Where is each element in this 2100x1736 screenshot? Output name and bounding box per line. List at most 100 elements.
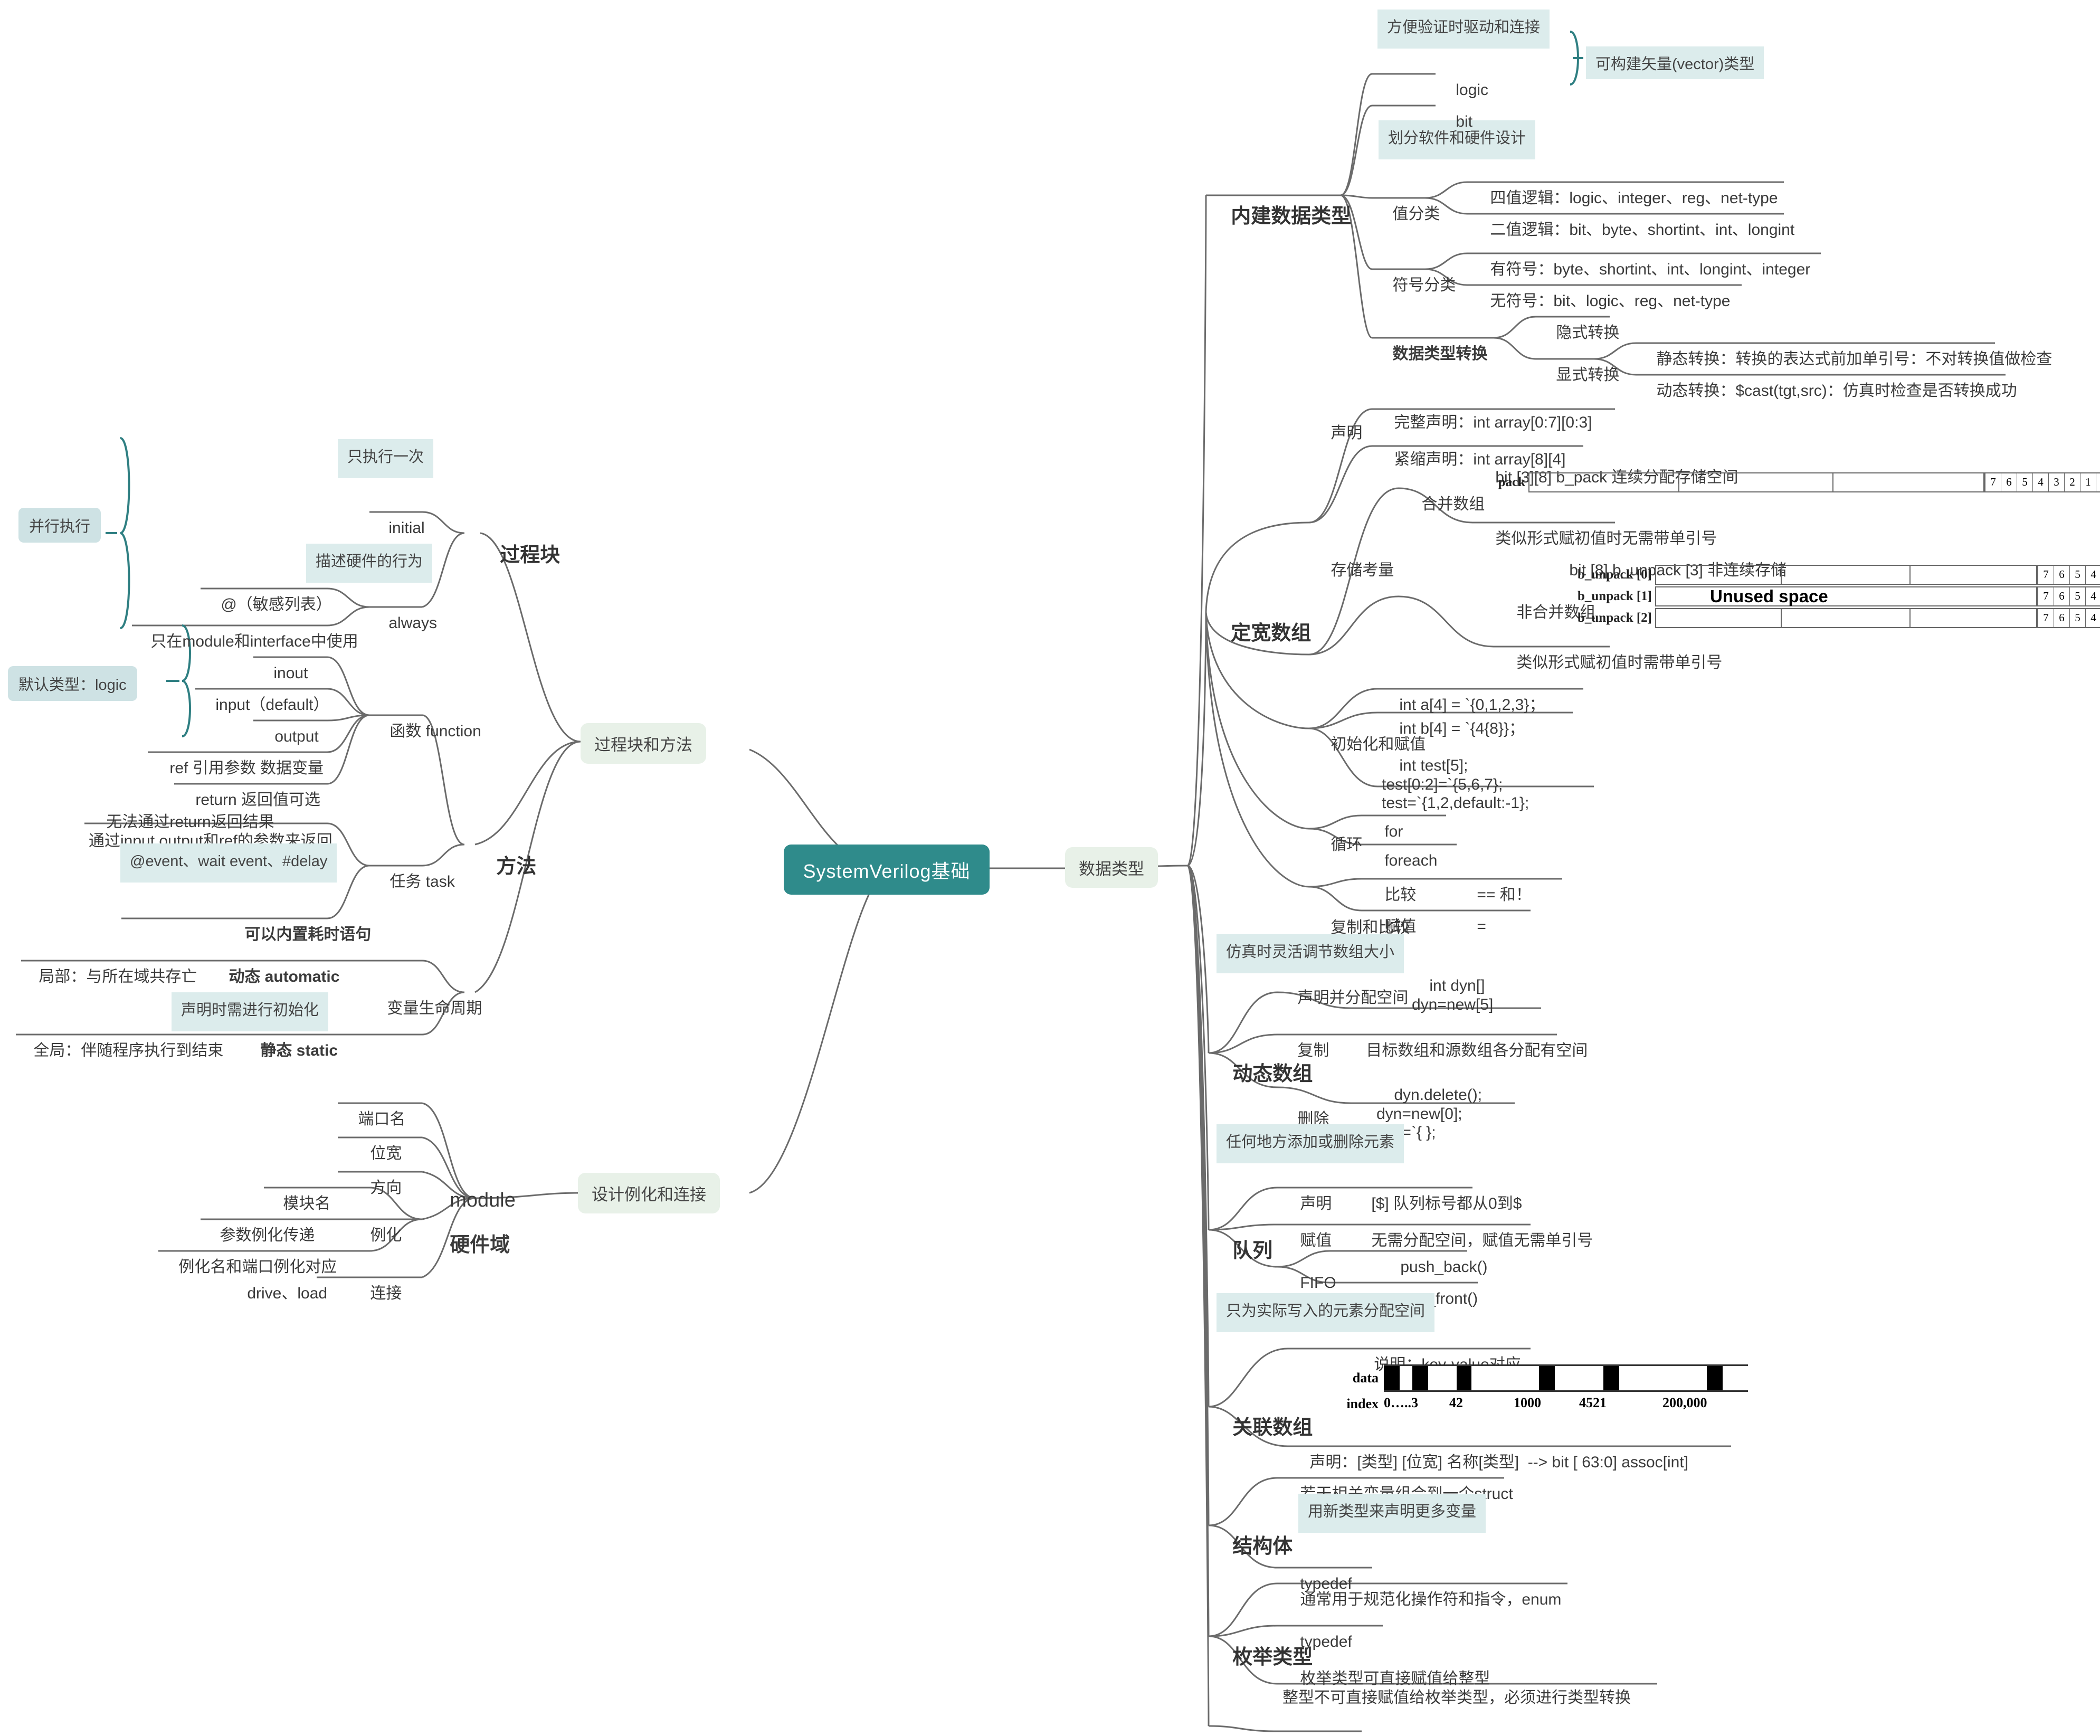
callout-dynamic-size: 仿真时灵活调节数组大小 xyxy=(1217,934,1404,973)
node-task-return[interactable]: 无法通过return返回结果 通过input,output和ref的参数来返回 xyxy=(89,794,332,850)
unpack-row-label-2: b_unpack [2] xyxy=(1577,611,1652,625)
unpack-row-label-0: b_unpack [0] xyxy=(1577,567,1652,582)
node-fixed-declare[interactable]: 声明 xyxy=(1313,405,1362,443)
main-branch-module[interactable]: 设计例化和连接 xyxy=(578,1173,720,1213)
unpack-row-label-1: b_unpack [1] xyxy=(1577,589,1652,603)
node-initial[interactable]: initial xyxy=(371,500,424,538)
assoc-index-2: 1000 xyxy=(1514,1395,1541,1410)
unpack-bits-2: 7654 3210 xyxy=(2037,608,2100,628)
unused-space-label: Unused space xyxy=(1710,586,1828,606)
callout-struct-newtype: 用新类型来声明更多变量 xyxy=(1298,1494,1486,1533)
main-branch-label: 数据类型 xyxy=(1079,860,1144,878)
node-enum-typedef[interactable]: typedef xyxy=(1282,1614,1352,1652)
branch-module-line2: 硬件域 xyxy=(450,1234,510,1256)
callout-vector-type: 可构建矢量(vector)类型 xyxy=(1586,46,1764,79)
node-init-b4[interactable]: int b[4] = `{4{8}}； xyxy=(1382,701,1525,738)
branch-queue[interactable]: 队列 xyxy=(1210,1216,1272,1263)
node-task-delay[interactable]: 可以内置耗时语句 xyxy=(227,907,371,944)
node-function[interactable]: 函数 function xyxy=(372,704,481,741)
pack-row-label: pack xyxy=(1498,475,1525,489)
branch-methods[interactable]: 方法 xyxy=(474,831,536,879)
unpack-bits-0: 7654 3210 xyxy=(2037,565,2100,585)
root-node[interactable]: SystemVerilog基础 xyxy=(784,845,990,895)
node-always[interactable]: always xyxy=(371,595,437,633)
node-queue-fifo[interactable]: FIFO xyxy=(1282,1255,1336,1293)
node-init-test[interactable]: int test[5]; test[0:2]=`{5,6,7}; test=`{… xyxy=(1382,738,1529,813)
node-lifecycle-automatic[interactable]: 动态 automatic xyxy=(211,949,339,986)
node-bit[interactable]: bit xyxy=(1438,94,1472,131)
node-variable-lifecycle[interactable]: 变量生命周期 xyxy=(369,981,482,1018)
node-always-scope[interactable]: 只在module和interface中使用 xyxy=(133,614,358,651)
assoc-index-4: 200,000 xyxy=(1662,1395,1707,1410)
node-value-classification[interactable]: 值分类 xyxy=(1375,186,1440,224)
node-enum-usage[interactable]: 通常用于规范化操作符和指令，enum xyxy=(1282,1572,1561,1609)
node-lifecycle-static[interactable]: 静态 static xyxy=(243,1023,338,1060)
node-queue-declare[interactable]: 声明 xyxy=(1282,1176,1332,1213)
node-dyn-declare-alloc[interactable]: 声明并分配空间 xyxy=(1280,970,1408,1008)
unpacked-array-diagram: b_unpack [0] 7654 3210 b_unpack [1] 7654… xyxy=(1552,565,2100,628)
node-enum-conversion[interactable]: 枚举类型可直接赋值给整型 整型不可直接赋值给枚举类型，必须进行类型转换 xyxy=(1282,1651,1631,1707)
branch-string[interactable]: 字符串 xyxy=(1210,1713,1293,1736)
node-queue-assign[interactable]: 赋值 xyxy=(1282,1213,1332,1250)
assoc-index-3: 4521 xyxy=(1579,1395,1607,1410)
branch-procedural-block[interactable]: 过程块 xyxy=(478,520,560,567)
callout-event-delay: @event、wait event、#delay xyxy=(120,843,337,883)
node-explicit-conversion[interactable]: 显式转换 xyxy=(1538,347,1619,385)
node-lifecycle-global[interactable]: 全局：伴随程序执行到结束 xyxy=(16,1023,223,1060)
node-module-direction[interactable]: 方向 xyxy=(353,1160,402,1198)
node-loop[interactable]: 循环 xyxy=(1313,817,1362,855)
node-string-type[interactable]: string xyxy=(1282,1718,1339,1736)
unpack-cells-2 xyxy=(1655,608,2037,628)
node-packed-array[interactable]: 合并数组 xyxy=(1404,477,1485,514)
node-task[interactable]: 任务 task xyxy=(372,854,454,891)
pack-bit-labels: 7654 3210 xyxy=(1984,472,2100,492)
node-implicit-conversion[interactable]: 隐式转换 xyxy=(1538,305,1619,343)
node-assign-val[interactable]: = xyxy=(1459,899,1486,936)
branch-module[interactable]: module 硬件域 xyxy=(427,1166,516,1279)
unpack-bits-1: 7654 3210 xyxy=(2037,586,2100,606)
assoc-index-1: 42 xyxy=(1449,1395,1463,1410)
branch-builtin-types[interactable]: 内建数据类型 xyxy=(1209,181,1351,229)
node-storage-consider[interactable]: 存储考量 xyxy=(1313,543,1394,580)
root-label: SystemVerilog基础 xyxy=(803,860,971,882)
node-full-declare[interactable]: 完整声明：int array[0:7][0:3] xyxy=(1376,395,1592,432)
callout-verify-drive-connect: 方便验证时驱动和连接 xyxy=(1377,10,1550,49)
assoc-data-label: data xyxy=(1352,1370,1379,1386)
node-lifecycle-local[interactable]: 局部：与所在域共存亡 xyxy=(21,949,197,986)
node-module-drive-load[interactable]: drive、load xyxy=(230,1266,327,1303)
assoc-array-diagram: data index 0…..3 42 1000 4521 200,000 xyxy=(1335,1364,1748,1413)
callout-assoc-alloc: 只为实际写入的元素分配空间 xyxy=(1217,1293,1435,1332)
callout-default-type: 默认类型：logic xyxy=(8,666,137,701)
node-module-instantiate[interactable]: 例化 xyxy=(353,1208,402,1245)
callout-run-once: 只执行一次 xyxy=(338,439,434,478)
node-assign-key[interactable]: 赋值 xyxy=(1367,899,1416,936)
node-always-sensitivity[interactable]: @（敏感列表） xyxy=(203,577,331,614)
node-unpacked-note[interactable]: 类似形式赋初值时需带单引号 xyxy=(1499,635,1722,672)
node-dyn-delete[interactable]: 删除 xyxy=(1280,1092,1329,1129)
node-module-width[interactable]: 位宽 xyxy=(353,1126,402,1163)
node-dyn-declare-code[interactable]: int dyn[] dyn=new[5] xyxy=(1412,958,1493,1014)
branch-fixed-array[interactable]: 定宽数组 xyxy=(1209,598,1311,646)
node-queue-declare-desc[interactable]: [$] 队列标号都从0到$ xyxy=(1354,1176,1522,1213)
assoc-bar xyxy=(1384,1364,1748,1392)
node-dynamic-cast[interactable]: 动态转换：$cast(tgt,src)：仿真时检查是否转换成功 xyxy=(1639,363,2017,401)
node-two-value-logic[interactable]: 二值逻辑：bit、byte、shortint、int、longint xyxy=(1472,202,1794,240)
branch-assoc-array[interactable]: 关联数组 xyxy=(1210,1392,1313,1440)
callout-queue-anywhere: 任何地方添加或删除元素 xyxy=(1217,1124,1404,1163)
mindmap-canvas: SystemVerilog基础 过程块和方法 设计例化和连接 数据类型 过程块 … xyxy=(0,0,2100,1736)
branch-struct[interactable]: 结构体 xyxy=(1210,1511,1293,1559)
main-branch-procedural[interactable]: 过程块和方法 xyxy=(581,723,706,764)
node-sign-classification[interactable]: 符号分类 xyxy=(1375,258,1456,295)
main-branch-label: 过程块和方法 xyxy=(594,736,692,754)
packed-array-diagram: pack 7654 3210 xyxy=(1478,472,2100,492)
node-module-connect[interactable]: 连接 xyxy=(353,1266,402,1303)
node-dyn-copy[interactable]: 复制 xyxy=(1280,1023,1329,1060)
node-module-portname[interactable]: 端口名 xyxy=(340,1092,405,1129)
pack-cells xyxy=(1528,472,1984,492)
node-loop-foreach[interactable]: foreach xyxy=(1367,833,1437,870)
main-branch-datatype[interactable]: 数据类型 xyxy=(1065,847,1158,888)
node-type-conversion[interactable]: 数据类型转换 xyxy=(1375,326,1487,364)
assoc-index-label: index xyxy=(1346,1396,1379,1411)
assoc-index-0: 0…..3 xyxy=(1384,1395,1418,1410)
node-dyn-copy-desc[interactable]: 目标数组和源数组各分配有空间 xyxy=(1348,1023,1588,1060)
